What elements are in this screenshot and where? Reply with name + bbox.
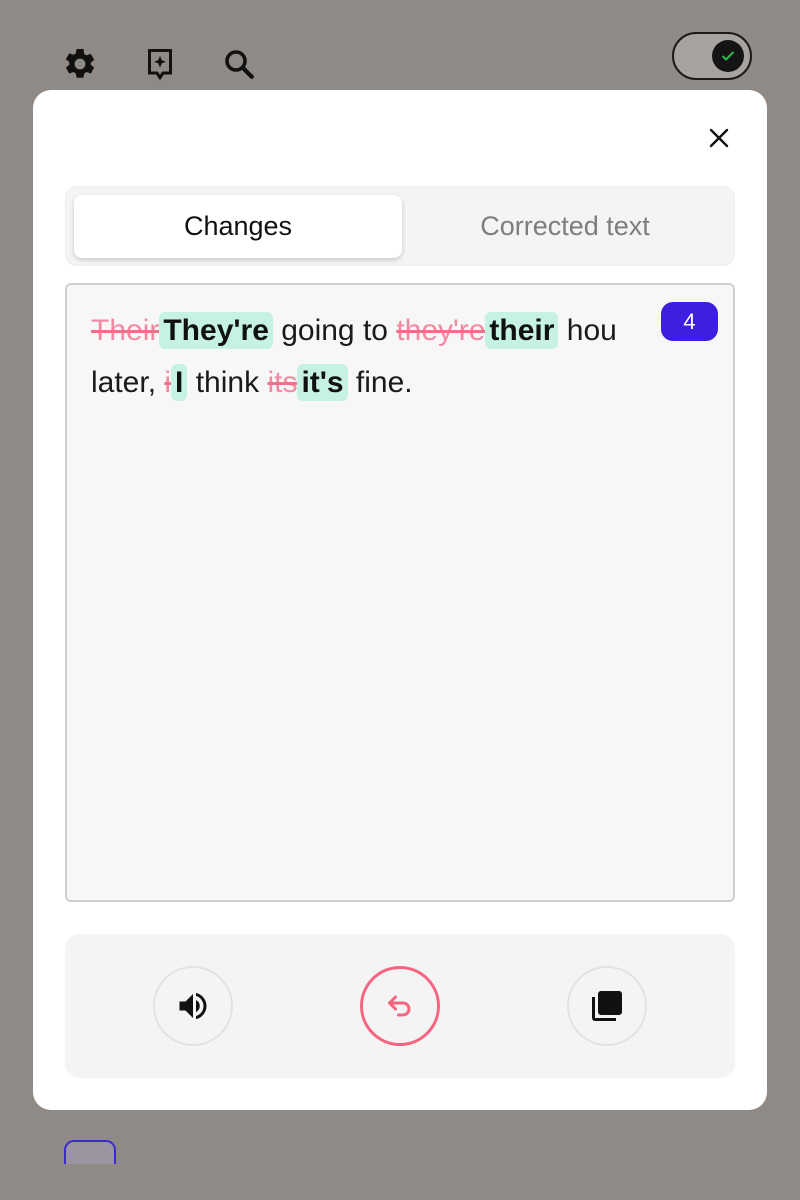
changes-text-area[interactable]: Their They're going to they're their hou l…	[65, 283, 735, 902]
tab-changes[interactable]: Changes	[74, 195, 402, 258]
plain-text: later,	[91, 366, 165, 399]
changes-text: Their They're going to they're their hou l…	[91, 305, 733, 409]
text-line: Their They're going to they're their hou	[91, 305, 733, 357]
sparkle-bookmark-icon[interactable]	[140, 44, 180, 84]
inserted-word[interactable]: it's	[297, 364, 348, 401]
inserted-word[interactable]: They're	[159, 312, 273, 349]
toggle-knob	[712, 40, 744, 72]
background-button	[64, 1140, 116, 1164]
text-line: later, iI think its it's fine.	[91, 357, 733, 409]
view-tabs: Changes Corrected text	[65, 186, 735, 266]
plain-text: think	[187, 366, 268, 399]
undo-icon	[388, 995, 411, 1017]
search-icon[interactable]	[219, 44, 259, 84]
inserted-word[interactable]: their	[485, 312, 559, 349]
tab-corrected-text[interactable]: Corrected text	[401, 195, 729, 258]
top-toolbar	[0, 0, 800, 100]
plain-text: fine.	[347, 366, 413, 399]
plain-text: hou	[558, 314, 617, 347]
close-icon	[709, 128, 729, 148]
deleted-word: Their	[91, 314, 160, 347]
plain-text: going to	[272, 314, 397, 347]
copy-icon	[592, 991, 622, 1021]
deleted-word: they're	[396, 314, 486, 347]
checkmark-icon	[722, 51, 734, 61]
speak-button[interactable]	[153, 966, 233, 1046]
change-count-badge: 4	[661, 302, 718, 341]
action-bar	[65, 934, 735, 1078]
close-button[interactable]	[699, 118, 739, 158]
copy-button[interactable]	[567, 966, 647, 1046]
undo-button[interactable]	[360, 966, 440, 1046]
deleted-word: its	[267, 366, 298, 399]
gear-icon[interactable]	[60, 44, 100, 84]
speaker-icon	[179, 992, 207, 1020]
changes-modal: Changes Corrected text Their They're goin…	[33, 90, 767, 1110]
enable-toggle[interactable]	[672, 32, 752, 80]
inserted-word[interactable]: I	[171, 364, 188, 401]
